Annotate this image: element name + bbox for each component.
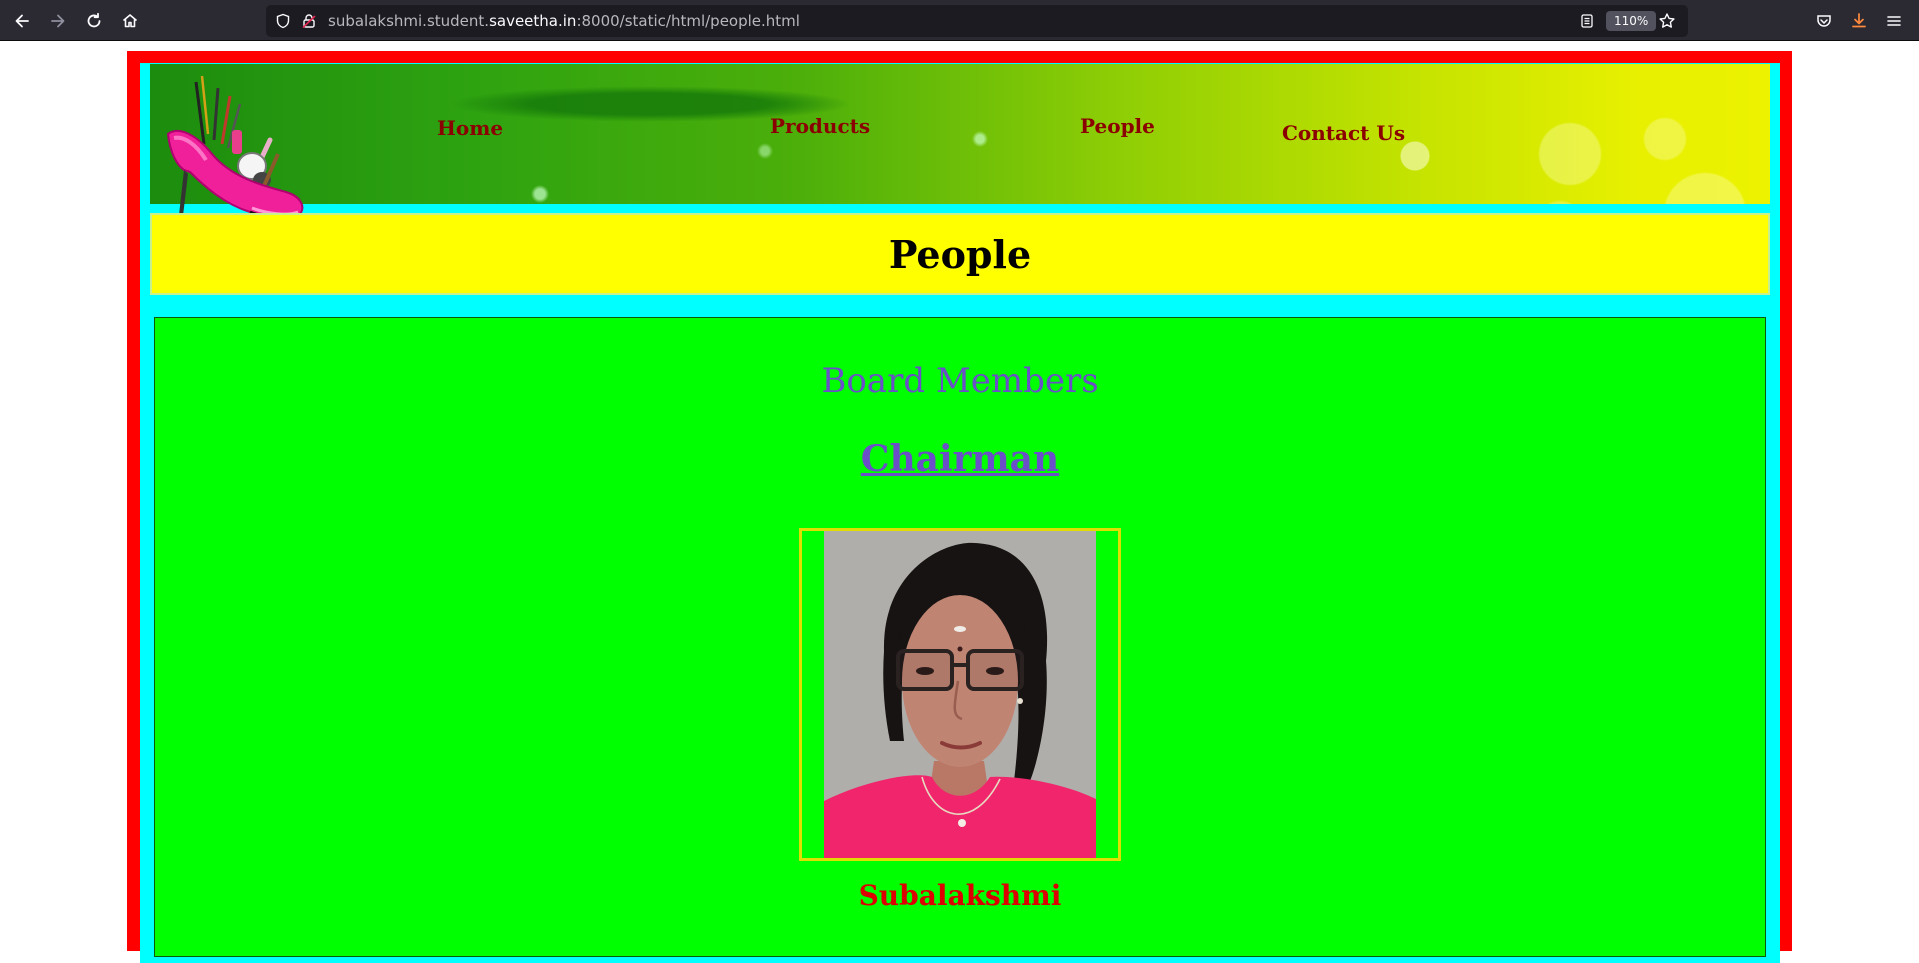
- forward-button[interactable]: [44, 8, 72, 34]
- member-name: Subalakshmi: [858, 879, 1062, 912]
- page-title: People: [888, 232, 1032, 277]
- content-section: Board Members Chairman Subalakshmi: [154, 317, 1766, 957]
- app-menu-button[interactable]: [1880, 8, 1908, 34]
- nav-contact-link[interactable]: Contact Us: [1282, 121, 1405, 145]
- forward-arrow-icon: [51, 14, 65, 28]
- page-title-bar: People: [150, 213, 1770, 295]
- browser-toolbar: subalakshmi.student.saveetha.in:8000/sta…: [0, 0, 1919, 41]
- reload-button[interactable]: [80, 8, 108, 34]
- url-bar[interactable]: subalakshmi.student.saveetha.in:8000/sta…: [266, 5, 1688, 37]
- shield-icon[interactable]: [274, 12, 292, 30]
- nav-people-link[interactable]: People: [1080, 114, 1155, 138]
- board-members-heading: Board Members: [821, 361, 1099, 401]
- url-domain: saveetha.in: [489, 12, 577, 30]
- url-text[interactable]: subalakshmi.student.saveetha.in:8000/sta…: [328, 5, 800, 37]
- insecure-lock-icon[interactable]: [300, 12, 318, 30]
- home-icon: [122, 14, 138, 28]
- hamburger-menu-icon: [1887, 16, 1901, 26]
- header-banner: [150, 64, 1770, 204]
- member-photo-frame: [799, 528, 1121, 861]
- pocket-button[interactable]: [1810, 8, 1838, 34]
- url-prefix: subalakshmi.student.: [328, 12, 490, 30]
- nav-home-link[interactable]: Home: [437, 116, 503, 140]
- download-icon: [1852, 13, 1866, 28]
- high-heel-cosmetics-logo: [166, 75, 304, 224]
- home-button[interactable]: [116, 8, 144, 34]
- reader-view-icon[interactable]: [1578, 12, 1596, 30]
- downloads-button[interactable]: [1845, 8, 1873, 34]
- pocket-icon: [1817, 15, 1831, 27]
- member-photo: [824, 531, 1096, 858]
- bookmark-star-icon[interactable]: [1658, 12, 1676, 30]
- back-button[interactable]: [8, 8, 36, 34]
- url-path: :8000/static/html/people.html: [576, 12, 800, 30]
- chairman-link[interactable]: Chairman: [155, 438, 1765, 480]
- nav-products-link[interactable]: Products: [770, 114, 870, 138]
- reload-icon: [87, 12, 101, 28]
- zoom-level-badge[interactable]: 110%: [1606, 11, 1657, 31]
- back-arrow-icon: [15, 14, 29, 28]
